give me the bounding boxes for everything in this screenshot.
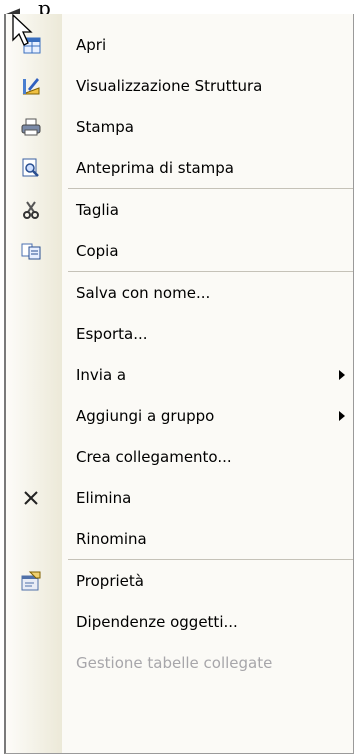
menu-item-rinomina[interactable]: Rinomina	[6, 518, 353, 559]
copy-icon	[20, 240, 42, 262]
mouse-pointer-icon	[12, 14, 33, 46]
menu-item-label: Dipendenze oggetti...	[76, 612, 238, 631]
submenu-arrow-icon	[339, 410, 345, 421]
menu-item-label: Visualizzazione Struttura	[76, 76, 263, 95]
window-corner	[6, 8, 20, 14]
menu-item-label: Copia	[76, 241, 119, 260]
menu-item-proprieta[interactable]: Proprietà	[6, 560, 353, 601]
scissors-icon	[20, 199, 42, 221]
menu-item-visualizzazione-struttura[interactable]: Visualizzazione Struttura	[6, 65, 353, 106]
print-preview-icon	[20, 157, 42, 179]
menu-item-label: Salva con nome...	[76, 283, 211, 302]
menu-item-label: Elimina	[76, 488, 132, 507]
menu-item-copia[interactable]: Copia	[6, 230, 353, 271]
menu-item-label: Anteprima di stampa	[76, 158, 234, 177]
menu-item-label: Invia a	[76, 365, 127, 384]
menu-item-salva-con-nome[interactable]: Salva con nome...	[6, 272, 353, 313]
menu-item-label: Rinomina	[76, 529, 147, 548]
menu-item-anteprima-di-stampa[interactable]: Anteprima di stampa	[6, 147, 353, 188]
menu-item-elimina[interactable]: Elimina	[6, 477, 353, 518]
menu-item-label: Aggiungi a gruppo	[76, 406, 215, 425]
menu-item-label: Taglia	[76, 200, 119, 219]
menu-item-gestione-tabelle-collegate: Gestione tabelle collegate	[6, 642, 353, 683]
menu-item-label: Apri	[76, 35, 107, 54]
properties-icon	[20, 570, 42, 592]
menu-item-stampa[interactable]: Stampa	[6, 106, 353, 147]
delete-x-icon	[20, 487, 42, 509]
menu-item-label: Esporta...	[76, 324, 148, 343]
printer-icon	[20, 116, 42, 138]
menu-item-invia-a[interactable]: Invia a	[6, 354, 353, 395]
design-view-icon	[20, 75, 42, 97]
menu-item-label: Stampa	[76, 117, 134, 136]
menu-item-esporta[interactable]: Esporta...	[6, 313, 353, 354]
menu-item-label: Proprietà	[76, 571, 144, 590]
menu-item-apri[interactable]: Apri	[6, 24, 353, 65]
menu-item-taglia[interactable]: Taglia	[6, 189, 353, 230]
menu-item-aggiungi-a-gruppo[interactable]: Aggiungi a gruppo	[6, 395, 353, 436]
context-menu: Apri Visualizzazione Struttura Stampa An…	[4, 14, 354, 754]
menu-item-crea-collegamento[interactable]: Crea collegamento...	[6, 436, 353, 477]
menu-item-label: Crea collegamento...	[76, 447, 232, 466]
menu-item-dipendenze-oggetti[interactable]: Dipendenze oggetti...	[6, 601, 353, 642]
menu-item-label: Gestione tabelle collegate	[76, 653, 273, 672]
submenu-arrow-icon	[339, 369, 345, 380]
